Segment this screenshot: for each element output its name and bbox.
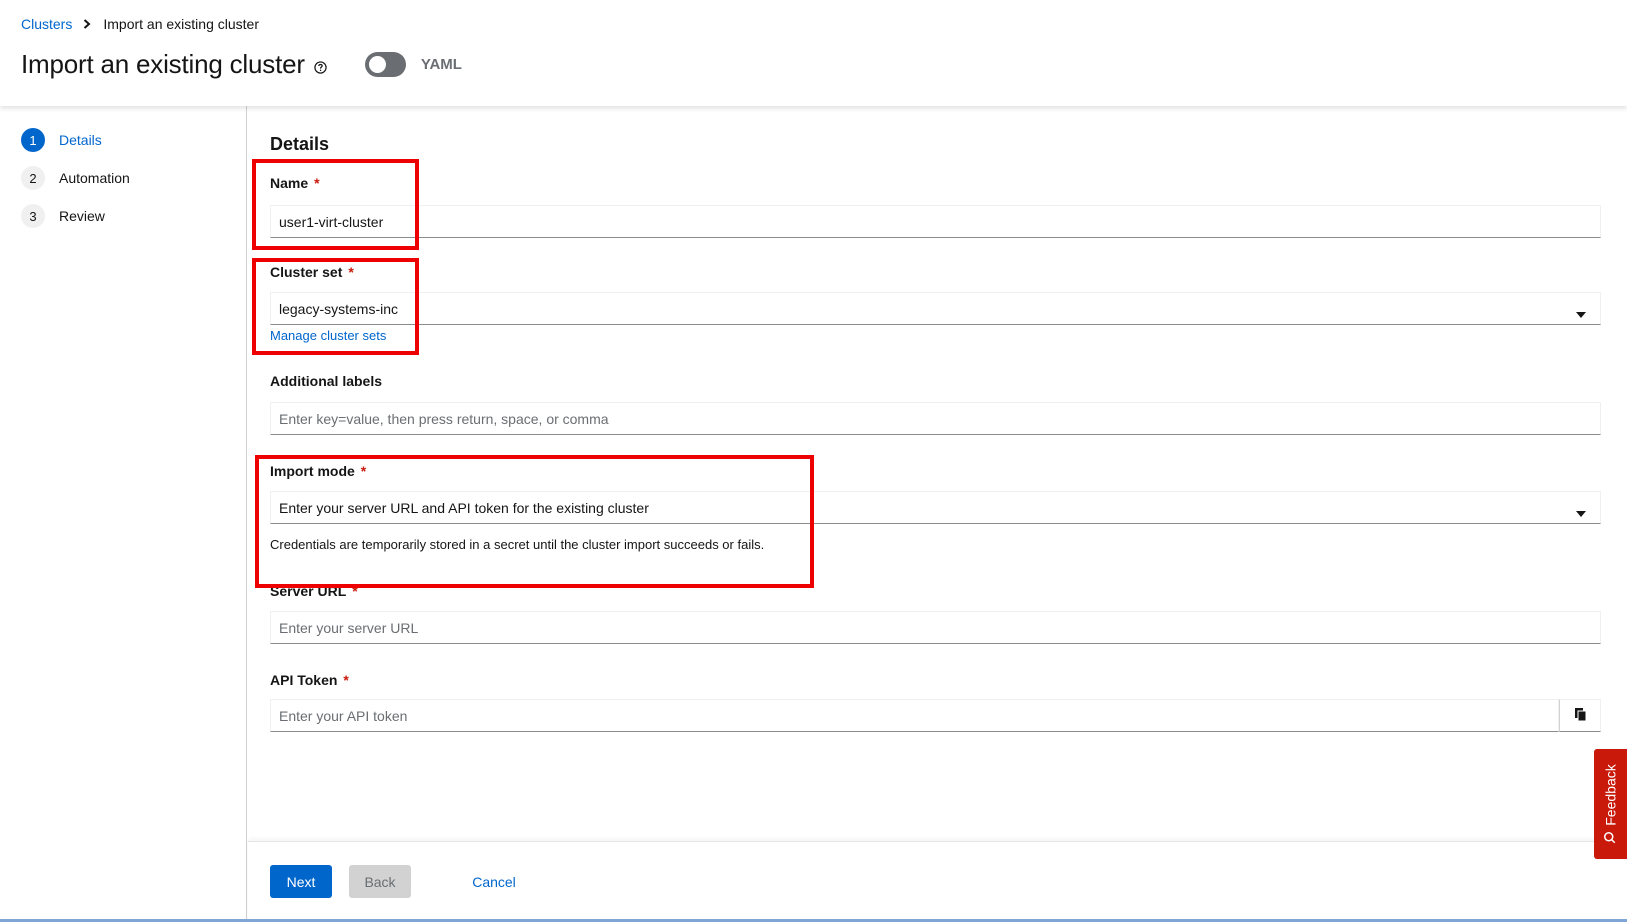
chevron-right-icon (83, 19, 91, 29)
import-mode-value: Enter your server URL and API token for … (279, 499, 649, 516)
breadcrumb: Clusters Import an existing cluster (21, 16, 259, 32)
name-input[interactable] (270, 205, 1601, 238)
feedback-content: Feedback (1602, 764, 1619, 844)
api-token-label-text: API Token (270, 672, 338, 688)
required-marker: * (314, 175, 320, 191)
required-marker: * (360, 463, 367, 479)
required-marker: * (343, 672, 349, 688)
additional-labels-label: Additional labels (270, 373, 383, 389)
section-title: Details (270, 134, 330, 154)
api-token-input[interactable] (270, 699, 1560, 732)
server-url-label: Server URL * (270, 583, 358, 599)
step-label: Automation (59, 170, 130, 186)
next-button[interactable]: Next (270, 865, 332, 898)
paste-button[interactable] (1559, 699, 1601, 732)
api-token-label: API Token * (270, 672, 349, 688)
api-token-group (270, 699, 1601, 732)
help-icon[interactable] (314, 61, 327, 74)
wizard-nav: 1 Details 2 Automation 3 Review (0, 106, 247, 922)
yaml-toggle-label: YAML (420, 56, 462, 73)
step-number: 2 (21, 166, 45, 190)
switch-knob (368, 56, 386, 73)
required-marker: * (352, 583, 358, 599)
cluster-set-value: legacy-systems-inc (279, 300, 399, 317)
import-mode-label-text: Import mode (270, 463, 355, 479)
wizard-step-review[interactable]: 3 Review (21, 204, 105, 228)
caret-down-icon (1576, 504, 1586, 520)
import-mode-label: Import mode * (270, 463, 366, 479)
feedback-tab[interactable]: Feedback (1594, 749, 1627, 859)
yaml-toggle[interactable]: YAML (364, 52, 462, 77)
import-mode-helper: Credentials are temporarily stored in a … (270, 537, 765, 552)
import-mode-select[interactable]: Enter your server URL and API token for … (270, 491, 1601, 524)
cluster-set-label: Cluster set * (270, 264, 354, 280)
wizard-step-automation[interactable]: 2 Automation (21, 166, 130, 190)
step-number: 3 (21, 204, 45, 228)
feedback-icon (1603, 826, 1619, 844)
additional-labels-input[interactable] (270, 402, 1601, 435)
breadcrumb-clusters-link[interactable]: Clusters (21, 16, 72, 32)
page-title: Import an existing cluster (21, 49, 305, 79)
step-label: Review (59, 208, 105, 224)
name-label-text: Name (270, 175, 309, 191)
manage-cluster-sets-link[interactable]: Manage cluster sets (270, 328, 386, 343)
feedback-label: Feedback (1602, 764, 1619, 826)
cluster-set-select[interactable]: legacy-systems-inc (270, 292, 1601, 325)
name-label: Name * (270, 175, 320, 191)
step-number: 1 (21, 128, 45, 152)
page-header: Clusters Import an existing cluster Impo… (0, 0, 1627, 106)
server-url-label-text: Server URL (270, 583, 347, 599)
yaml-switch[interactable] (364, 52, 406, 77)
title-row: Import an existing cluster YAML (21, 49, 462, 80)
cluster-set-label-text: Cluster set (270, 264, 343, 280)
server-url-input[interactable] (270, 611, 1601, 644)
caret-down-icon (1576, 305, 1586, 321)
breadcrumb-current: Import an existing cluster (103, 16, 259, 32)
clipboard-icon (1574, 707, 1587, 724)
step-label: Details (59, 132, 102, 148)
wizard-step-details[interactable]: 1 Details (21, 128, 102, 152)
wizard-footer: Next Back Cancel (248, 841, 1627, 922)
back-button[interactable]: Back (349, 865, 411, 898)
cancel-button[interactable]: Cancel (464, 865, 524, 898)
wizard-main: Details Name * Cluster set * legacy-system… (248, 106, 1627, 841)
required-marker: * (348, 264, 354, 280)
